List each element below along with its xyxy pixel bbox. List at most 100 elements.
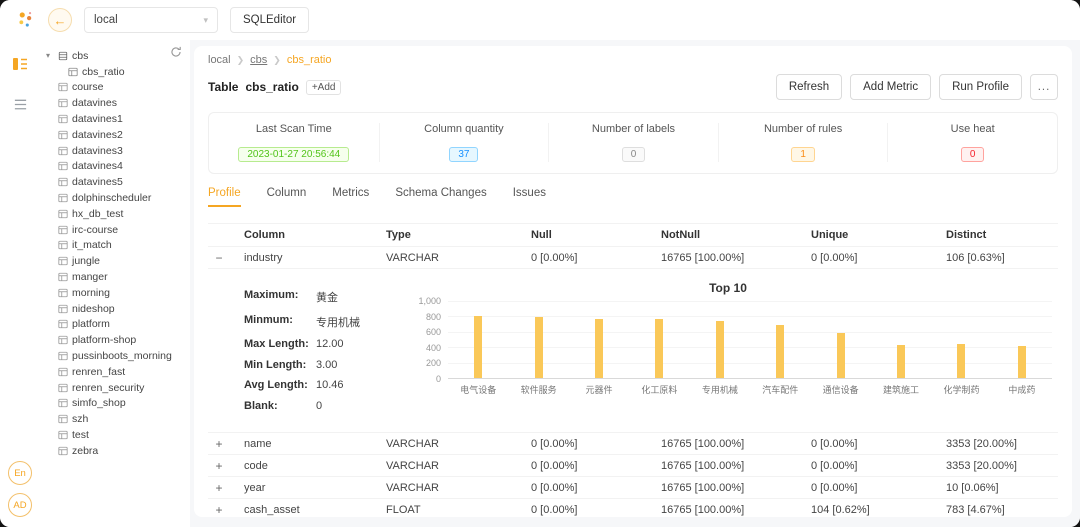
cell-notnull: 16765 [100.00%]	[661, 251, 745, 264]
language-toggle-button[interactable]: En	[8, 461, 32, 485]
y-axis-tick: 200	[425, 358, 441, 369]
back-button[interactable]: ←	[48, 8, 72, 32]
tab-profile[interactable]: Profile	[208, 187, 241, 207]
tree-item-database[interactable]: dolphinscheduler	[46, 190, 186, 206]
tree-item-database[interactable]: jungle	[46, 253, 186, 269]
column-header: Column	[244, 229, 285, 241]
tree-item-database[interactable]: datavines4	[46, 159, 186, 175]
top10-bar-chart: Top 10 1,000 800 600 400 200 0 电气设备 软件服务 元器件 化工原料 专…	[404, 281, 1058, 420]
tree-item-database[interactable]: manger	[46, 269, 186, 285]
tree-item-database[interactable]: pussinboots_morning	[46, 348, 186, 364]
cell-notnull: 16765 [100.00%]	[661, 437, 745, 450]
datasource-select-value: local	[94, 14, 118, 26]
expand-row-button[interactable]: +	[208, 459, 244, 473]
body: En AD ▾ cbs cbs_ratio course datavines d…	[0, 40, 1080, 527]
tree-item-database[interactable]: hx_db_test	[46, 206, 186, 222]
database-tree-panel: ▾ cbs cbs_ratio course datavines datavines…	[40, 40, 190, 527]
sql-editor-button[interactable]: SQLEditor	[230, 7, 310, 33]
catalog-nav-icon[interactable]	[8, 52, 32, 76]
collapse-row-button[interactable]: −	[208, 251, 244, 265]
tree-item-label: irc-course	[72, 223, 119, 236]
profile-table-body: − industry VARCHAR 0 [0.00%] 16765 [100.00%]…	[208, 247, 1058, 517]
table-icon	[58, 414, 68, 424]
tree-item-database[interactable]: datavines1	[46, 111, 186, 127]
tree-item-database[interactable]: it_match	[46, 238, 186, 254]
chart-title: Top 10	[709, 281, 747, 295]
tree-item-database[interactable]: irc-course	[46, 222, 186, 238]
tree-item-database[interactable]: platform	[46, 317, 186, 333]
user-avatar[interactable]: AD	[8, 493, 32, 517]
bar-化学制药	[957, 343, 966, 378]
tab-metrics[interactable]: Metrics	[332, 187, 369, 207]
add-metric-button[interactable]: Add Metric	[850, 74, 932, 100]
cell-unique: 0 [0.00%]	[811, 459, 858, 472]
add-tag-button[interactable]: +Add	[305, 79, 342, 95]
expand-row-button[interactable]: +	[208, 481, 244, 495]
tree-refresh-icon[interactable]	[170, 46, 182, 61]
table-icon	[58, 209, 68, 219]
tree-item-label: szh	[72, 413, 89, 426]
breadcrumb-database[interactable]: cbs	[250, 54, 267, 66]
tree-item-root-database[interactable]: ▾ cbs	[46, 48, 186, 64]
datasource-select[interactable]: local ▾	[84, 7, 218, 33]
refresh-button[interactable]: Refresh	[775, 74, 843, 100]
x-axis-label: 中成药	[1008, 385, 1036, 395]
tree-item-database[interactable]: datavines5	[46, 174, 186, 190]
tree-item-label: nideshop	[72, 302, 115, 315]
tree-item-database[interactable]: morning	[46, 285, 186, 301]
cell-name: name	[244, 437, 272, 450]
column-header: Type	[386, 229, 411, 241]
tree-item-label: datavines3	[72, 144, 123, 157]
table-row: + cash_asset FLOAT 0 [0.00%] 16765 [100.00%]…	[208, 499, 1058, 517]
cell-name: industry	[244, 251, 283, 264]
expand-row-button[interactable]: +	[208, 437, 244, 451]
more-actions-button[interactable]: ...	[1030, 74, 1058, 100]
table-icon	[58, 288, 68, 298]
tree-item-database[interactable]: datavines2	[46, 127, 186, 143]
table-icon	[58, 335, 68, 345]
breadcrumb-separator: ❯	[236, 54, 245, 65]
tree-item-database[interactable]: datavines	[46, 95, 186, 111]
tree-item-database[interactable]: datavines3	[46, 143, 186, 159]
stat-label: Use heat	[950, 123, 995, 135]
list-nav-icon[interactable]	[8, 92, 32, 116]
expand-row-button[interactable]: +	[208, 503, 244, 517]
breadcrumb-datasource[interactable]: local	[208, 54, 231, 66]
run-profile-button[interactable]: Run Profile	[939, 74, 1022, 100]
tree-item-database[interactable]: zebra	[46, 443, 186, 459]
tree-item-database[interactable]: course	[46, 80, 186, 96]
tree-item-selected-table[interactable]: cbs_ratio	[46, 64, 186, 80]
stat-line-value: 3.00	[316, 358, 338, 371]
plot-area	[448, 301, 1052, 379]
table-icon	[58, 367, 68, 377]
bar-电气设备	[474, 316, 483, 378]
tab-schema-changes[interactable]: Schema Changes	[395, 187, 486, 207]
tree-item-database[interactable]: szh	[46, 411, 186, 427]
cell-type: VARCHAR	[386, 481, 439, 494]
cell-distinct: 106 [0.63%]	[946, 251, 1005, 264]
x-axis-label: 化学制药	[943, 385, 980, 395]
table-icon	[58, 272, 68, 282]
table-icon	[58, 161, 68, 171]
stat-line-value: 黄金	[316, 292, 338, 304]
tree-item-database[interactable]: nideshop	[46, 301, 186, 317]
stat-line: Minmum: 专用机械	[244, 314, 404, 330]
table-row: + year VARCHAR 0 [0.00%] 16765 [100.00%] 0 [0…	[208, 477, 1058, 499]
breadcrumb-table: cbs_ratio	[286, 54, 332, 66]
x-axis-label: 元器件	[585, 385, 613, 395]
tree-item-database[interactable]: renren_security	[46, 380, 186, 396]
tree-item-database[interactable]: test	[46, 427, 186, 443]
main-area: local ❯ cbs ❯ cbs_ratio Table cbs_ratio …	[190, 40, 1080, 527]
table-name: cbs_ratio	[245, 80, 299, 94]
tab-column[interactable]: Column	[267, 187, 307, 207]
tree-item-database[interactable]: platform-shop	[46, 332, 186, 348]
y-axis-tick: 1,000	[418, 296, 441, 306]
stat-card: Column quantity 37	[378, 123, 549, 162]
table-icon	[58, 304, 68, 314]
bar-建筑施工	[897, 344, 906, 378]
tab-issues[interactable]: Issues	[513, 187, 546, 207]
tree-item-database[interactable]: simfo_shop	[46, 396, 186, 412]
tree-item-database[interactable]: renren_fast	[46, 364, 186, 380]
table-icon	[58, 430, 68, 440]
top-bar: ← local ▾ SQLEditor	[0, 0, 1080, 40]
